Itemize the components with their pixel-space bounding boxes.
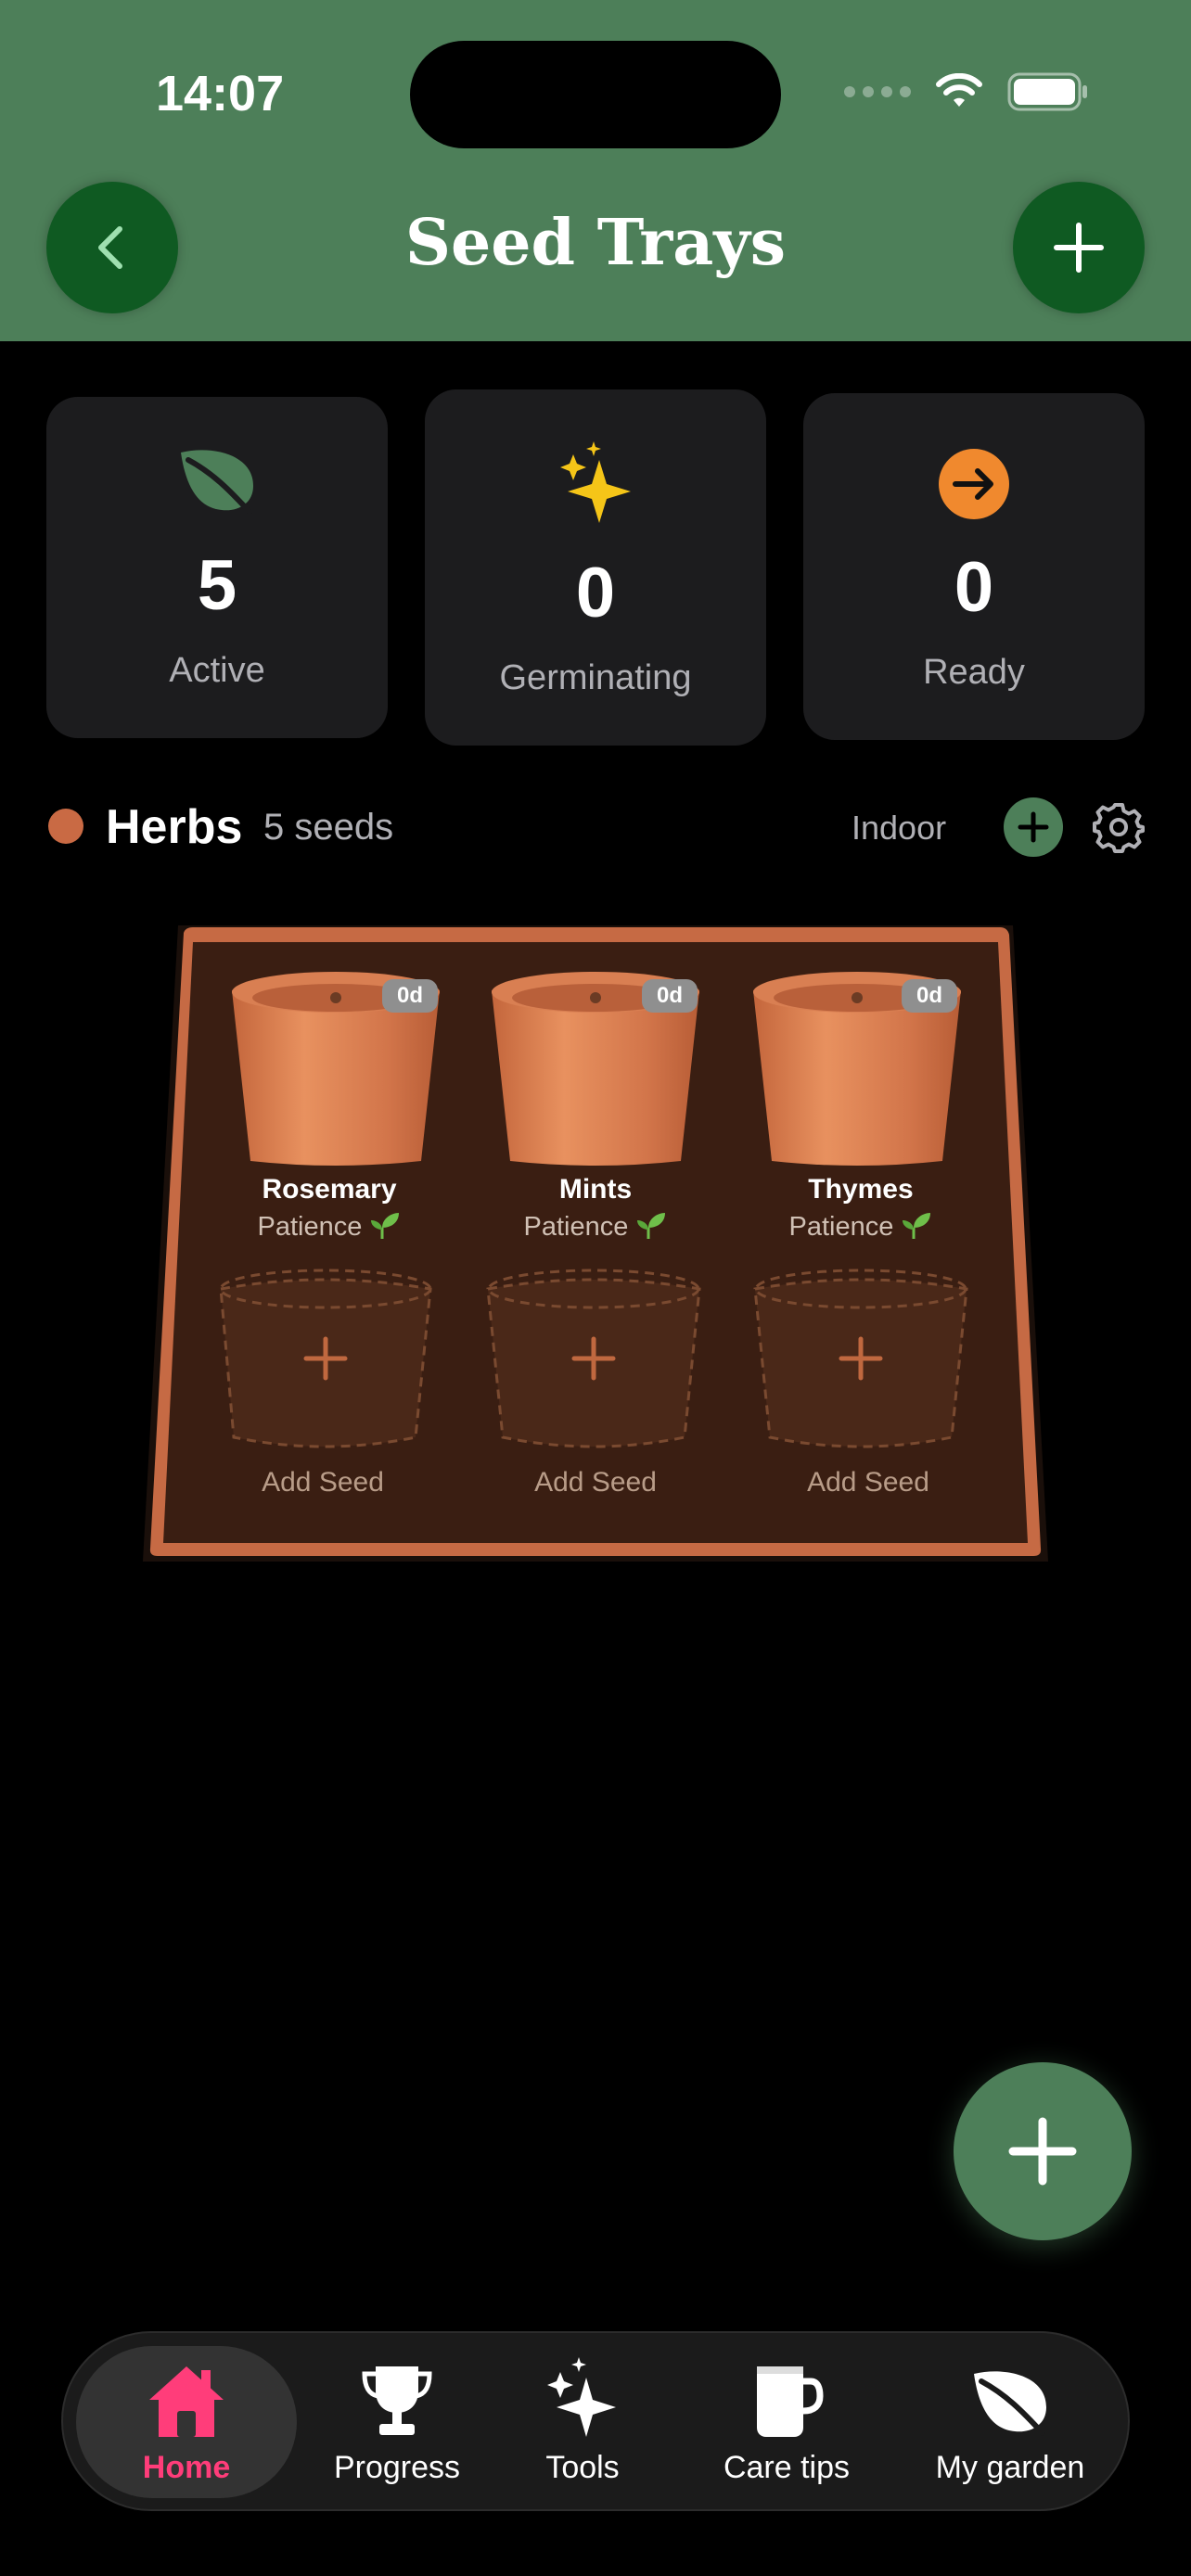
add-seed-to-section-button[interactable]: [1004, 797, 1063, 857]
stat-value: 0: [954, 548, 994, 627]
gear-icon[interactable]: [1093, 801, 1145, 853]
age-badge: 0d: [902, 979, 957, 1013]
tab-label: Tools: [545, 2450, 620, 2485]
leaf-icon: [974, 2371, 1046, 2436]
environment-label: Indoor: [852, 809, 947, 847]
tab-label: Care tips: [723, 2450, 851, 2485]
empty-slot-2[interactable]: [486, 1269, 701, 1448]
leaf-icon: [181, 450, 253, 515]
seed-count: 5 seeds: [263, 807, 394, 848]
tab-care-tips[interactable]: Care tips: [694, 2333, 879, 2509]
stat-label: Ready: [923, 653, 1025, 692]
sparkles-icon: [547, 2357, 616, 2437]
stat-card-ready: 0 Ready: [803, 393, 1145, 740]
add-seed-label[interactable]: Add Seed: [211, 1467, 434, 1498]
empty-slot-1[interactable]: [219, 1269, 432, 1448]
sprout-icon: [371, 1213, 400, 1239]
tab-tools[interactable]: Tools: [499, 2333, 666, 2509]
sprout-icon: [637, 1213, 666, 1239]
mug-icon: [757, 2366, 824, 2437]
pot-status: Patience: [218, 1211, 441, 1243]
pot-status-text: Patience: [523, 1212, 629, 1242]
empty-slot-3[interactable]: [753, 1269, 968, 1448]
seed-tray: 0d 0d 0d Rosemary Patience Mints Patienc…: [139, 918, 1052, 1567]
signal-icon: [844, 86, 911, 97]
section-color-dot: [48, 809, 83, 844]
pot-status: Patience: [484, 1211, 707, 1243]
age-badge: 0d: [382, 979, 438, 1013]
pot-label-thymes: Thymes Patience: [749, 1174, 972, 1243]
plus-icon: [1054, 223, 1104, 273]
battery-icon: [1007, 72, 1087, 111]
house-icon: [149, 2366, 224, 2437]
pot-name: Thymes: [808, 1174, 914, 1205]
arrow-right-circle-icon: [939, 449, 1009, 519]
add-seed-label[interactable]: Add Seed: [757, 1467, 980, 1498]
tab-label: Progress: [333, 2450, 461, 2485]
status-time: 14:07: [156, 66, 285, 121]
section-title: Herbs: [106, 800, 243, 854]
tab-progress[interactable]: Progress: [304, 2333, 490, 2509]
floating-add-button[interactable]: [954, 2062, 1132, 2240]
pot-label-mints: Mints Patience: [484, 1174, 707, 1243]
stat-card-germinating: 0 Germinating: [425, 389, 766, 746]
pot-name: Rosemary: [262, 1174, 397, 1205]
tab-my-garden[interactable]: My garden: [903, 2333, 1117, 2509]
pot-name: Mints: [558, 1174, 633, 1205]
tab-label: Home: [142, 2450, 231, 2485]
tab-label: My garden: [935, 2450, 1085, 2485]
stat-value: 5: [197, 546, 237, 625]
header-bar: 14:07 Seed Trays: [0, 0, 1191, 341]
trophy-icon: [362, 2366, 432, 2435]
stat-card-active: 5 Active: [46, 397, 388, 738]
stat-label: Active: [169, 651, 265, 690]
pot-status-text: Patience: [257, 1212, 363, 1242]
add-seed-label[interactable]: Add Seed: [484, 1467, 707, 1498]
pot-status: Patience: [749, 1211, 972, 1243]
sparkles-icon: [560, 441, 631, 523]
sprout-icon: [903, 1213, 931, 1239]
tab-home[interactable]: Home: [76, 2333, 297, 2509]
pot-label-rosemary: Rosemary Patience: [218, 1174, 441, 1243]
add-tray-button[interactable]: [1013, 182, 1145, 313]
pot-status-text: Patience: [788, 1212, 894, 1242]
tab-bar: Home Progress Tools Care tips My garden: [61, 2331, 1130, 2511]
dynamic-island: [410, 41, 781, 148]
stat-value: 0: [575, 554, 616, 632]
plus-icon: [1018, 811, 1049, 843]
status-icons: [844, 72, 1089, 111]
wifi-icon: [936, 73, 982, 107]
plus-icon: [1008, 2117, 1077, 2186]
stat-label: Germinating: [499, 658, 692, 697]
age-badge: 0d: [642, 979, 698, 1013]
